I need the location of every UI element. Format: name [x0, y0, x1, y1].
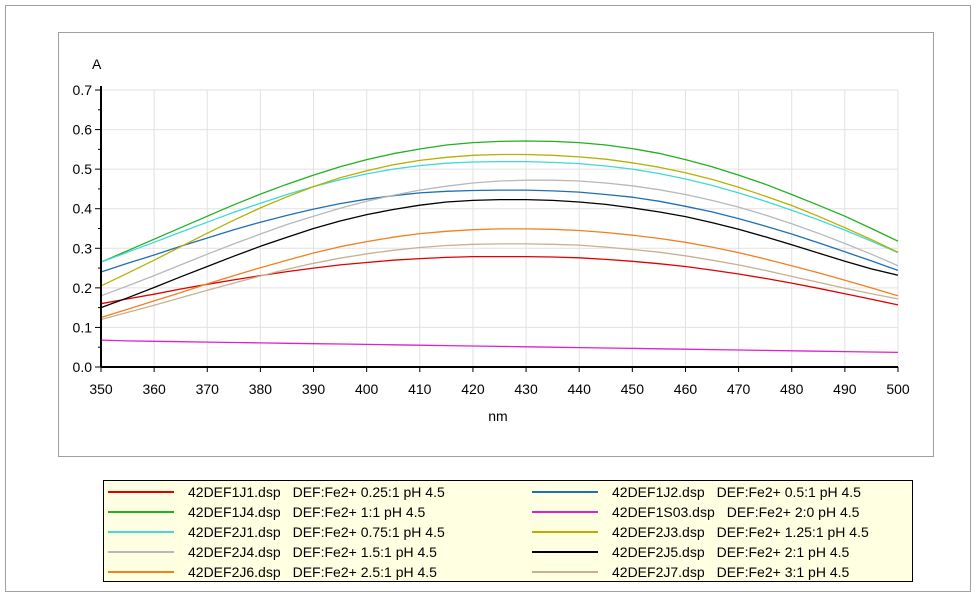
- chart-svg: 350 360 370 380 390 400 410 420 430 440 450 460 470 4…: [73, 56, 910, 424]
- x-tick-label: 410: [408, 381, 432, 397]
- series-lines: [100, 140, 899, 354]
- x-tick-label: 500: [886, 381, 910, 397]
- y-tick-label: 0.6: [73, 122, 93, 138]
- y-tick-label: 0.0: [73, 359, 93, 375]
- x-tick-label: 490: [833, 381, 857, 397]
- y-tick-label: 0.1: [73, 319, 93, 335]
- x-tick-label: 460: [674, 381, 698, 397]
- x-tick-label: 480: [780, 381, 804, 397]
- x-tick-label: 360: [142, 381, 166, 397]
- x-tick-label: 390: [302, 381, 326, 397]
- y-tick-label: 0.5: [73, 161, 93, 177]
- x-tick-label: 350: [89, 381, 113, 397]
- series-line-42def2j3: [100, 153, 899, 287]
- x-tick-label: 400: [355, 381, 379, 397]
- series-line-42def2j4: [100, 179, 899, 297]
- series-line-42def2j1: [100, 160, 899, 263]
- y-tick-label: 0.7: [73, 82, 93, 98]
- y-axis-label: A: [92, 56, 102, 72]
- series-line-42def1s03: [100, 339, 899, 354]
- y-tick-label: 0.2: [73, 280, 93, 296]
- x-tick-label: 420: [461, 381, 485, 397]
- x-tick-label: 470: [727, 381, 751, 397]
- x-tick-label: 430: [514, 381, 538, 397]
- series-line-42def1j1: [100, 255, 899, 306]
- y-tick-label: 0.4: [73, 201, 93, 217]
- x-tick-label: 370: [196, 381, 220, 397]
- x-tick-label: 440: [568, 381, 592, 397]
- series-line-42def2j5: [100, 198, 899, 309]
- x-tick-label: 450: [621, 381, 645, 397]
- x-tick-label: 380: [249, 381, 273, 397]
- y-tick-label: 0.3: [73, 240, 93, 256]
- x-axis-label: nm: [488, 408, 507, 424]
- series-line-42def1j2: [100, 189, 899, 273]
